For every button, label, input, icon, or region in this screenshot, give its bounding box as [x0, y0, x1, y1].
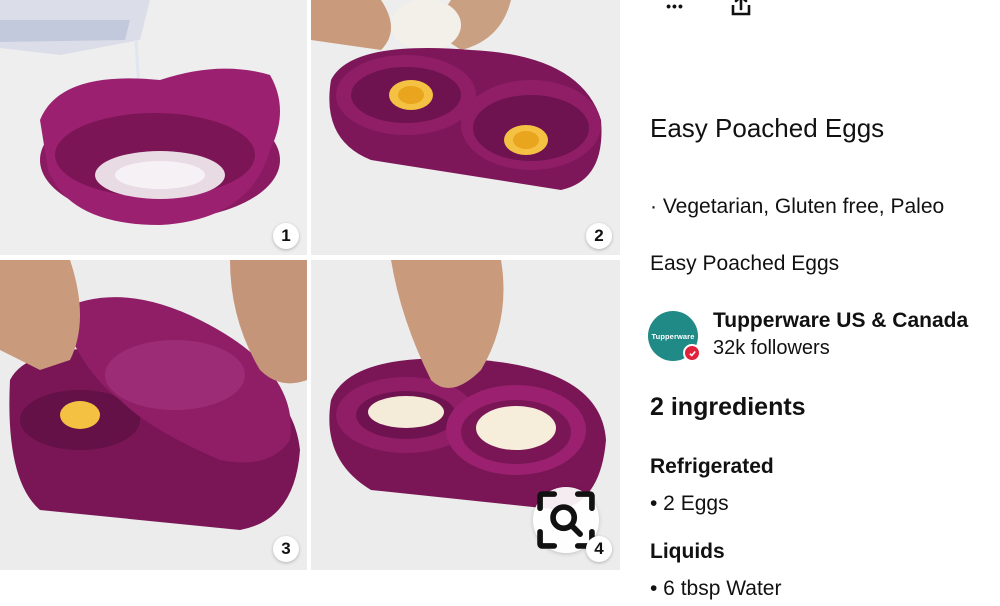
pin-title: Easy Poached Eggs [650, 113, 885, 143]
pin-description: Easy Poached Eggs [650, 252, 840, 275]
ingredient-item: • 2 Eggs [650, 492, 729, 515]
creator-profile[interactable]: Tupperware Tupperware US & Canada 32k fo… [648, 308, 998, 364]
more-options-button[interactable]: ••• [660, 0, 690, 20]
avatar-logo-text: Tupperware [651, 331, 695, 341]
step-3-illustration [0, 260, 307, 570]
step-number-badge: 3 [273, 536, 299, 562]
diet-tags: · Vegetarian, Gluten free, Paleo [650, 195, 945, 218]
ingredient-section-title: Liquids [650, 540, 725, 563]
ingredient-item: • 6 tbsp Water [650, 577, 782, 600]
creator-name[interactable]: Tupperware US & Canada [713, 309, 968, 333]
step-1-illustration [0, 0, 307, 255]
step-number-badge: 2 [586, 223, 612, 249]
ingredient-section-title: Refrigerated [650, 455, 774, 478]
step-3-image[interactable]: 3 [0, 260, 307, 570]
follower-count: 32k followers [713, 337, 830, 359]
recipe-image-grid[interactable]: 1 2 3 4 [0, 0, 620, 570]
share-upload-icon [731, 0, 751, 16]
more-horizontal-icon: ••• [666, 0, 684, 14]
step-2-image[interactable]: 2 [311, 0, 620, 255]
pin-toolbar: ••• [660, 0, 770, 20]
step-4-image[interactable]: 4 [311, 260, 620, 570]
step-number-badge: 1 [273, 223, 299, 249]
ingredients-heading: 2 ingredients [650, 393, 806, 421]
step-2-illustration [311, 0, 620, 255]
step-1-image[interactable]: 1 [0, 0, 307, 255]
step-number-badge: 4 [586, 536, 612, 562]
share-button[interactable] [726, 0, 756, 20]
verified-badge-icon [683, 344, 701, 362]
